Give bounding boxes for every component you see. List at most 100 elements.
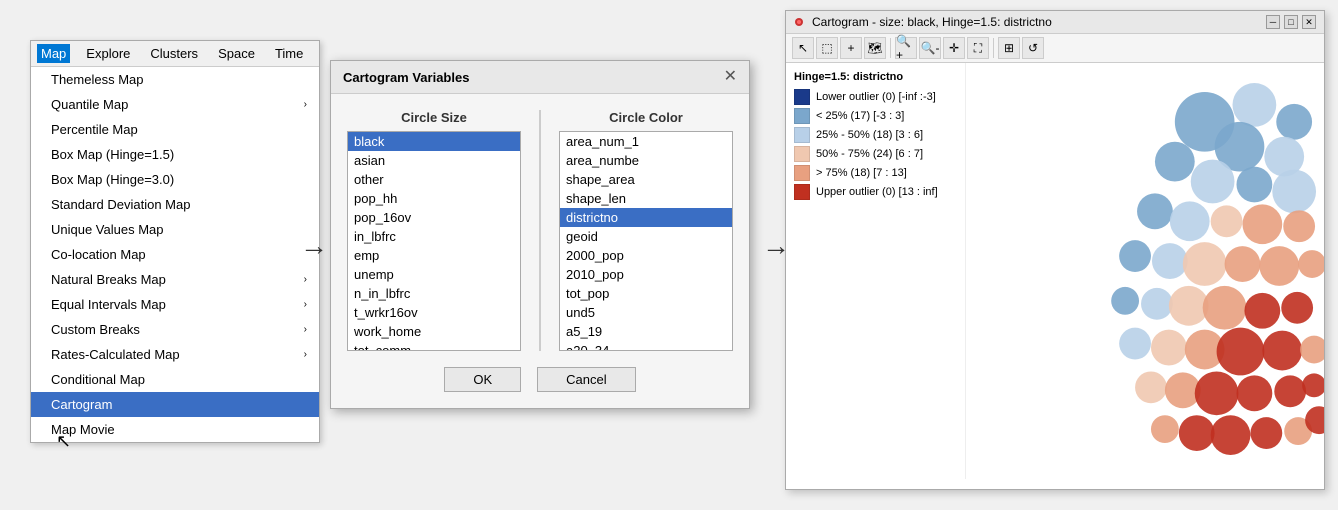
legend-item-4: > 75% (18) [7 : 13]	[794, 165, 957, 181]
menu-item-unique[interactable]: Unique Values Map	[31, 217, 319, 242]
menu-item-percentile[interactable]: Percentile Map	[31, 117, 319, 142]
menu-item-natural[interactable]: Natural Breaks Map›	[31, 267, 319, 292]
legend-swatch-4	[794, 165, 810, 181]
legend-swatch-2	[794, 127, 810, 143]
listbox-item-a20_34[interactable]: a20_34	[560, 341, 732, 351]
circle-size-listbox[interactable]: black asian other pop_hh pop_16ov in_lbf…	[347, 131, 521, 351]
listbox-item-districtno[interactable]: districtno	[560, 208, 732, 227]
toolbar-add[interactable]: +	[840, 37, 862, 59]
listbox-item-unemp[interactable]: unemp	[348, 265, 520, 284]
listbox-item-und5[interactable]: und5	[560, 303, 732, 322]
menu-item-stddev[interactable]: Standard Deviation Map	[31, 192, 319, 217]
map-window: Cartogram - size: black, Hinge=1.5: dist…	[785, 10, 1325, 490]
toolbar-select[interactable]: ⬚	[816, 37, 838, 59]
toolbar-pan[interactable]: ✛	[943, 37, 965, 59]
menu-item-box15[interactable]: Box Map (Hinge=1.5)	[31, 142, 319, 167]
legend-swatch-5	[794, 184, 810, 200]
toolbar-refresh[interactable]: ↺	[1022, 37, 1044, 59]
listbox-item-2000_pop[interactable]: 2000_pop	[560, 246, 732, 265]
map-legend: Hinge=1.5: districtno Lower outlier (0) …	[786, 63, 966, 479]
dialog-divider	[539, 110, 541, 351]
menu-item-rates[interactable]: Rates-Calculated Map›	[31, 342, 319, 367]
listbox-item-area_numbe[interactable]: area_numbe	[560, 151, 732, 170]
legend-item-1: < 25% (17) [-3 : 3]	[794, 108, 957, 124]
listbox-item-a5_19[interactable]: a5_19	[560, 322, 732, 341]
menu-item-quantile[interactable]: Quantile Map›	[31, 92, 319, 117]
circle-size-label: Circle Size	[347, 110, 521, 125]
legend-title: Hinge=1.5: districtno	[794, 71, 957, 83]
toolbar-sep1	[890, 38, 891, 58]
cartogram-area	[966, 63, 1324, 479]
menu-space[interactable]: Space	[214, 44, 259, 63]
listbox-item-2010_pop[interactable]: 2010_pop	[560, 265, 732, 284]
listbox-item-work_home[interactable]: work_home	[348, 322, 520, 341]
dialog-buttons: OK Cancel	[347, 367, 733, 392]
menu-map[interactable]: Map	[37, 44, 70, 63]
map-content: Hinge=1.5: districtno Lower outlier (0) …	[786, 63, 1324, 479]
listbox-item-pop16ov[interactable]: pop_16ov	[348, 208, 520, 227]
map-toolbar: ↖ ⬚ + 🗺 🔍+ 🔍- ✛ ⛶ ⊞ ↺	[786, 34, 1324, 63]
menu-item-themeless[interactable]: Themeless Map	[31, 67, 319, 92]
menu-item-movie[interactable]: Map Movie	[31, 417, 319, 442]
dialog-columns: Circle Size black asian other pop_hh pop…	[347, 110, 733, 351]
menu-item-custom[interactable]: Custom Breaks›	[31, 317, 319, 342]
circle-size-col: Circle Size black asian other pop_hh pop…	[347, 110, 521, 351]
dialog-titlebar: Cartogram Variables ✕	[331, 61, 749, 94]
listbox-item-shape_len[interactable]: shape_len	[560, 189, 732, 208]
circle-color-label: Circle Color	[559, 110, 733, 125]
toolbar-arrow[interactable]: ↖	[792, 37, 814, 59]
listbox-item-asian[interactable]: asian	[348, 151, 520, 170]
legend-label-3: 50% - 75% (24) [6 : 7]	[816, 148, 923, 160]
legend-label-0: Lower outlier (0) [-inf :-3]	[816, 91, 936, 103]
toolbar-zoom-out[interactable]: 🔍-	[919, 37, 941, 59]
cancel-button[interactable]: Cancel	[537, 367, 635, 392]
listbox-item-other[interactable]: other	[348, 170, 520, 189]
legend-swatch-3	[794, 146, 810, 162]
menu-time[interactable]: Time	[271, 44, 307, 63]
listbox-item-black[interactable]: black	[348, 132, 520, 151]
listbox-item-tot_pop[interactable]: tot_pop	[560, 284, 732, 303]
legend-item-2: 25% - 50% (18) [3 : 6]	[794, 127, 957, 143]
circle-color-listbox[interactable]: area_num_1 area_numbe shape_area shape_l…	[559, 131, 733, 351]
menu-item-box30[interactable]: Box Map (Hinge=3.0)	[31, 167, 319, 192]
listbox-item-tot_comm[interactable]: tot_comm	[348, 341, 520, 351]
circle-color-col: Circle Color area_num_1 area_numbe shape…	[559, 110, 733, 351]
listbox-item-emp[interactable]: emp	[348, 246, 520, 265]
cartogram-svg	[966, 63, 1324, 479]
legend-item-3: 50% - 75% (24) [6 : 7]	[794, 146, 957, 162]
listbox-item-pop_hh[interactable]: pop_hh	[348, 189, 520, 208]
map-title-left: Cartogram - size: black, Hinge=1.5: dist…	[794, 15, 1052, 29]
dialog-close-button[interactable]: ✕	[724, 69, 737, 85]
menu-item-conditional[interactable]: Conditional Map	[31, 367, 319, 392]
map-window-title: Cartogram - size: black, Hinge=1.5: dist…	[812, 15, 1052, 29]
minimize-button[interactable]: ─	[1266, 15, 1280, 29]
cartogram-dialog: Cartogram Variables ✕ Circle Size black …	[330, 60, 750, 409]
listbox-item-in_lbfrc[interactable]: in_lbfrc	[348, 227, 520, 246]
menu-item-cartogram[interactable]: Cartogram	[31, 392, 319, 417]
legend-label-1: < 25% (17) [-3 : 3]	[816, 110, 904, 122]
legend-swatch-1	[794, 108, 810, 124]
legend-item-0: Lower outlier (0) [-inf :-3]	[794, 89, 957, 105]
menu-item-colocation[interactable]: Co-location Map	[31, 242, 319, 267]
ok-button[interactable]: OK	[444, 367, 521, 392]
close-button[interactable]: ✕	[1302, 15, 1316, 29]
maximize-button[interactable]: □	[1284, 15, 1298, 29]
menu-clusters[interactable]: Clusters	[146, 44, 202, 63]
toolbar-map[interactable]: 🗺	[864, 37, 886, 59]
menu-top-bar: Map Explore Clusters Space Time	[31, 41, 319, 67]
window-controls: ─ □ ✕	[1266, 15, 1316, 29]
legend-item-5: Upper outlier (0) [13 : inf]	[794, 184, 957, 200]
toolbar-zoom-in[interactable]: 🔍+	[895, 37, 917, 59]
listbox-item-geoid[interactable]: geoid	[560, 227, 732, 246]
dialog-body: Circle Size black asian other pop_hh pop…	[331, 94, 749, 408]
listbox-item-n_in_lbfrc[interactable]: n_in_lbfrc	[348, 284, 520, 303]
toolbar-grid[interactable]: ⊞	[998, 37, 1020, 59]
listbox-item-t_wrkr16ov[interactable]: t_wrkr16ov	[348, 303, 520, 322]
menu-item-equal[interactable]: Equal Intervals Map›	[31, 292, 319, 317]
listbox-item-area_num_1[interactable]: area_num_1	[560, 132, 732, 151]
toolbar-sep2	[993, 38, 994, 58]
menu-explore[interactable]: Explore	[82, 44, 134, 63]
legend-label-5: Upper outlier (0) [13 : inf]	[816, 186, 938, 198]
toolbar-fullscreen[interactable]: ⛶	[967, 37, 989, 59]
listbox-item-shape_area[interactable]: shape_area	[560, 170, 732, 189]
